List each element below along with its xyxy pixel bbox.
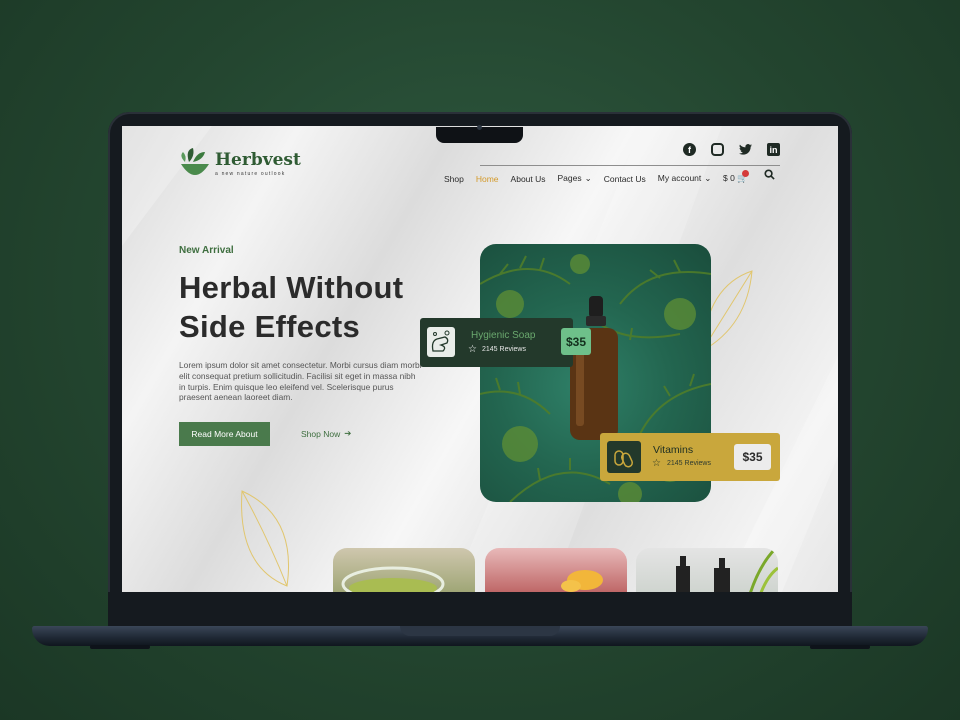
hand-wash-icon: [427, 327, 455, 357]
linkedin-icon[interactable]: in: [767, 143, 780, 156]
laptop-foot: [810, 645, 870, 649]
nav-item-about[interactable]: About Us: [511, 174, 546, 184]
main-nav: Shop Home About Us Pages ⌄ Contact Us My …: [444, 173, 723, 184]
laptop-screen: Herbvest a new nature outlook f in Shop …: [122, 126, 838, 592]
hero-eyebrow: New Arrival: [179, 245, 234, 256]
card-price: $35: [734, 444, 771, 470]
brand-tagline: a new nature outlook: [215, 170, 286, 177]
nav-item-account-label: My account: [657, 173, 702, 183]
category-thumb-herbal-drink[interactable]: [333, 548, 475, 592]
laptop-foot: [90, 645, 150, 649]
nav-item-account[interactable]: My account ⌄: [658, 173, 712, 184]
hero-title-line1: Herbal Without: [179, 270, 404, 305]
category-thumb-pump-bottles[interactable]: [636, 548, 778, 592]
leaf-bowl-icon: [179, 146, 211, 182]
card-title: Vitamins: [653, 444, 694, 456]
chevron-down-icon: ⌄: [704, 173, 712, 183]
webcam: [477, 125, 482, 130]
search-icon[interactable]: [764, 169, 775, 180]
star-icon: ☆: [468, 344, 477, 355]
cart-badge: [742, 170, 749, 177]
hero-paragraph: Lorem ipsum dolor sit amet consectetur. …: [179, 360, 422, 403]
nav-item-pages-label: Pages: [557, 173, 582, 183]
brand-logo[interactable]: Herbvest a new nature outlook: [179, 146, 301, 182]
twitter-icon[interactable]: [739, 143, 752, 156]
nav-item-contact[interactable]: Contact Us: [604, 174, 646, 184]
hero-title-line2: Side Effects: [179, 309, 361, 344]
social-links: f in: [683, 143, 780, 156]
nav-item-shop[interactable]: Shop: [444, 174, 464, 184]
leaf-outline-decoration: [241, 490, 290, 587]
card-title: Hygienic Soap: [471, 330, 536, 341]
nav-item-pages[interactable]: Pages ⌄: [558, 173, 592, 184]
product-card-vitamins[interactable]: Vitamins ☆ 2145 Reviews $35: [600, 433, 780, 481]
product-card-soap[interactable]: Hygienic Soap ☆ 2145 Reviews $35: [420, 318, 591, 367]
arrow-right-icon: ➔: [344, 428, 352, 438]
category-thumb-capsules[interactable]: [485, 548, 627, 592]
dropper-cap: [589, 296, 603, 318]
card-reviews: 2145 Reviews: [482, 346, 526, 353]
read-more-button[interactable]: Read More About: [179, 422, 270, 446]
brand-name: Herbvest: [215, 149, 301, 170]
nav-item-home[interactable]: Home: [476, 174, 499, 184]
card-price: $35: [561, 328, 591, 355]
star-icon: ☆: [652, 458, 661, 469]
card-reviews: 2145 Reviews: [667, 460, 711, 467]
screen-bottom-bezel: [108, 592, 852, 626]
instagram-icon[interactable]: [711, 143, 724, 156]
chevron-down-icon: ⌄: [584, 173, 592, 183]
facebook-icon[interactable]: f: [683, 143, 696, 156]
hero-title: Herbal Without Side Effects: [179, 268, 403, 346]
shop-now-label: Shop Now: [301, 428, 341, 439]
capsule-icon: [607, 441, 641, 473]
shop-now-link[interactable]: Shop Now ➔: [301, 428, 351, 439]
cart-total: $ 0: [723, 173, 735, 183]
laptop-base-groove: [400, 626, 560, 636]
nav-divider: [480, 165, 780, 166]
